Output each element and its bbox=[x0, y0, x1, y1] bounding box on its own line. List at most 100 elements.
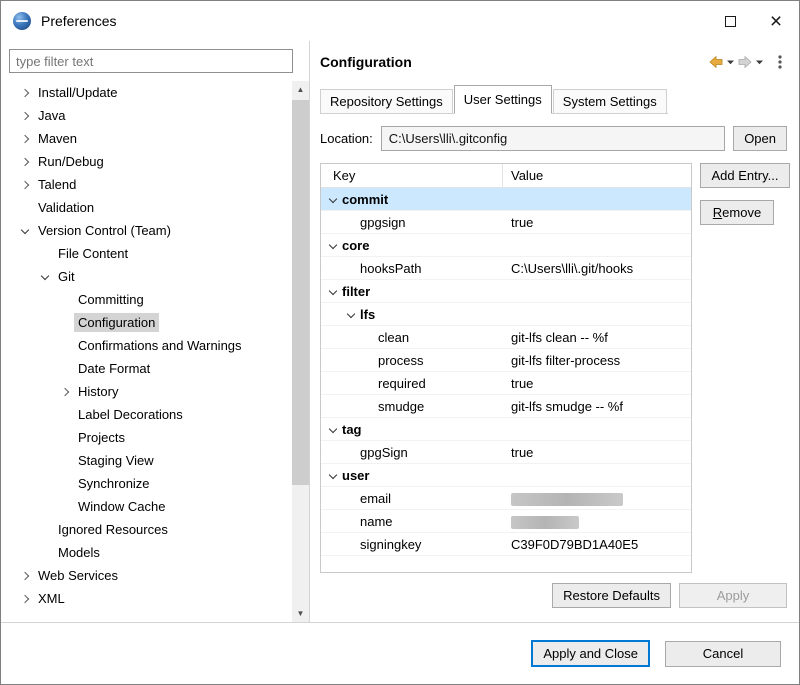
config-row-hookspath[interactable]: hooksPath C:\Users\lli\.git/hooks bbox=[321, 257, 691, 280]
chevron-down-icon[interactable] bbox=[17, 222, 34, 239]
config-row-filter[interactable]: filter bbox=[321, 280, 691, 303]
tree-item-configuration[interactable]: Configuration bbox=[9, 311, 292, 334]
config-key: gpgSign bbox=[360, 445, 408, 460]
page-title: Configuration bbox=[320, 54, 412, 70]
tree-item-label: Git bbox=[54, 267, 79, 286]
scroll-down-icon[interactable]: ▼ bbox=[292, 605, 309, 622]
chevron-right-icon[interactable] bbox=[17, 84, 34, 101]
forward-history-dropdown[interactable] bbox=[754, 53, 765, 71]
chevron-right-icon[interactable] bbox=[17, 153, 34, 170]
back-button[interactable] bbox=[707, 53, 725, 71]
tab-user-settings[interactable]: User Settings bbox=[454, 85, 552, 114]
tree-item-maven[interactable]: Maven bbox=[9, 127, 292, 150]
scrollbar-track[interactable] bbox=[292, 98, 309, 605]
chevron-down-icon[interactable] bbox=[325, 283, 342, 300]
config-value: C39F0D79BD1A40E5 bbox=[503, 537, 691, 552]
chevron-right-icon[interactable] bbox=[17, 176, 34, 193]
chevron-down-icon[interactable] bbox=[325, 467, 342, 484]
open-button[interactable]: Open bbox=[733, 126, 787, 151]
chevron-spacer bbox=[57, 406, 74, 423]
config-row-commit[interactable]: commit bbox=[321, 188, 691, 211]
config-row-core[interactable]: core bbox=[321, 234, 691, 257]
chevron-down-icon[interactable] bbox=[343, 306, 360, 323]
config-row-tag-gpgsign[interactable]: gpgSign true bbox=[321, 441, 691, 464]
tree-item-file-content[interactable]: File Content bbox=[9, 242, 292, 265]
tree-item-label-decorations[interactable]: Label Decorations bbox=[9, 403, 292, 426]
location-input[interactable] bbox=[381, 126, 725, 151]
config-key: signingkey bbox=[360, 537, 421, 552]
config-table-header[interactable]: Key Value bbox=[321, 164, 691, 188]
tree-item-confirmations[interactable]: Confirmations and Warnings bbox=[9, 334, 292, 357]
column-header-value[interactable]: Value bbox=[503, 164, 691, 187]
tree-item-git[interactable]: Git bbox=[9, 265, 292, 288]
tree-item-run-debug[interactable]: Run/Debug bbox=[9, 150, 292, 173]
config-row-gpgsign[interactable]: gpgsign true bbox=[321, 211, 691, 234]
config-row-user[interactable]: user bbox=[321, 464, 691, 487]
tree-item-label: Run/Debug bbox=[34, 152, 108, 171]
tree-item-window-cache[interactable]: Window Cache bbox=[9, 495, 292, 518]
tab-system-settings[interactable]: System Settings bbox=[553, 89, 667, 113]
tree-item-synchronize[interactable]: Synchronize bbox=[9, 472, 292, 495]
config-row-lfs[interactable]: lfs bbox=[321, 303, 691, 326]
tree-item-talend[interactable]: Talend bbox=[9, 173, 292, 196]
tree-item-staging-view[interactable]: Staging View bbox=[9, 449, 292, 472]
config-key: gpgsign bbox=[360, 215, 406, 230]
tree-item-validation[interactable]: Validation bbox=[9, 196, 292, 219]
chevron-down-icon[interactable] bbox=[325, 237, 342, 254]
forward-button[interactable] bbox=[736, 53, 754, 71]
config-row-required[interactable]: required true bbox=[321, 372, 691, 395]
configuration-page: Configuration bbox=[310, 41, 799, 622]
config-value: git-lfs clean -- %f bbox=[503, 330, 691, 345]
config-row-signingkey[interactable]: signingkey C39F0D79BD1A40E5 bbox=[321, 533, 691, 556]
config-key: filter bbox=[342, 284, 370, 299]
chevron-right-icon[interactable] bbox=[17, 107, 34, 124]
tree-item-history[interactable]: History bbox=[9, 380, 292, 403]
tree-item-version-control[interactable]: Version Control (Team) bbox=[9, 219, 292, 242]
tree-item-label: Java bbox=[34, 106, 69, 125]
config-row-clean[interactable]: clean git-lfs clean -- %f bbox=[321, 326, 691, 349]
tree-item-models[interactable]: Models bbox=[9, 541, 292, 564]
chevron-down-icon[interactable] bbox=[325, 191, 342, 208]
filter-input[interactable] bbox=[9, 49, 293, 73]
tree-scrollbar[interactable]: ▲ ▼ bbox=[292, 81, 309, 622]
config-row-email[interactable]: email bbox=[321, 487, 691, 510]
chevron-right-icon[interactable] bbox=[17, 130, 34, 147]
tree-item-label: Label Decorations bbox=[74, 405, 187, 424]
config-row-name[interactable]: name bbox=[321, 510, 691, 533]
column-header-key[interactable]: Key bbox=[321, 164, 503, 187]
tree-item-committing[interactable]: Committing bbox=[9, 288, 292, 311]
config-row-tag[interactable]: tag bbox=[321, 418, 691, 441]
close-button[interactable]: × bbox=[753, 1, 799, 41]
add-entry-button[interactable]: Add Entry... bbox=[700, 163, 790, 188]
chevron-right-icon[interactable] bbox=[57, 383, 74, 400]
tree-item-projects[interactable]: Projects bbox=[9, 426, 292, 449]
tree-item-label: Window Cache bbox=[74, 497, 169, 516]
scroll-up-icon[interactable]: ▲ bbox=[292, 81, 309, 98]
tree-item-web-services[interactable]: Web Services bbox=[9, 564, 292, 587]
chevron-down-icon[interactable] bbox=[37, 268, 54, 285]
tree-item-xml[interactable]: XML bbox=[9, 587, 292, 610]
tree-item-install-update[interactable]: Install/Update bbox=[9, 81, 292, 104]
chevron-right-icon[interactable] bbox=[17, 590, 34, 607]
config-row-process[interactable]: process git-lfs filter-process bbox=[321, 349, 691, 372]
tree-item-date-format[interactable]: Date Format bbox=[9, 357, 292, 380]
tree-item-ignored-resources[interactable]: Ignored Resources bbox=[9, 518, 292, 541]
remove-button[interactable]: Remove bbox=[700, 200, 774, 225]
chevron-spacer bbox=[343, 536, 360, 553]
back-history-dropdown[interactable] bbox=[725, 53, 736, 71]
chevron-right-icon[interactable] bbox=[17, 567, 34, 584]
restore-defaults-button[interactable]: Restore Defaults bbox=[552, 583, 671, 608]
view-menu-button[interactable] bbox=[773, 53, 787, 71]
apply-and-close-button[interactable]: Apply and Close bbox=[531, 640, 650, 667]
tab-repository-settings[interactable]: Repository Settings bbox=[320, 89, 453, 113]
apply-button[interactable]: Apply bbox=[679, 583, 787, 608]
cancel-button[interactable]: Cancel bbox=[665, 641, 781, 667]
tree-item-label: Version Control (Team) bbox=[34, 221, 175, 240]
kebab-menu-icon bbox=[774, 54, 786, 70]
chevron-down-icon[interactable] bbox=[325, 421, 342, 438]
config-row-smudge[interactable]: smudge git-lfs smudge -- %f bbox=[321, 395, 691, 418]
maximize-button[interactable] bbox=[707, 1, 753, 41]
config-value: true bbox=[503, 445, 691, 460]
scrollbar-thumb[interactable] bbox=[292, 100, 309, 485]
tree-item-java[interactable]: Java bbox=[9, 104, 292, 127]
